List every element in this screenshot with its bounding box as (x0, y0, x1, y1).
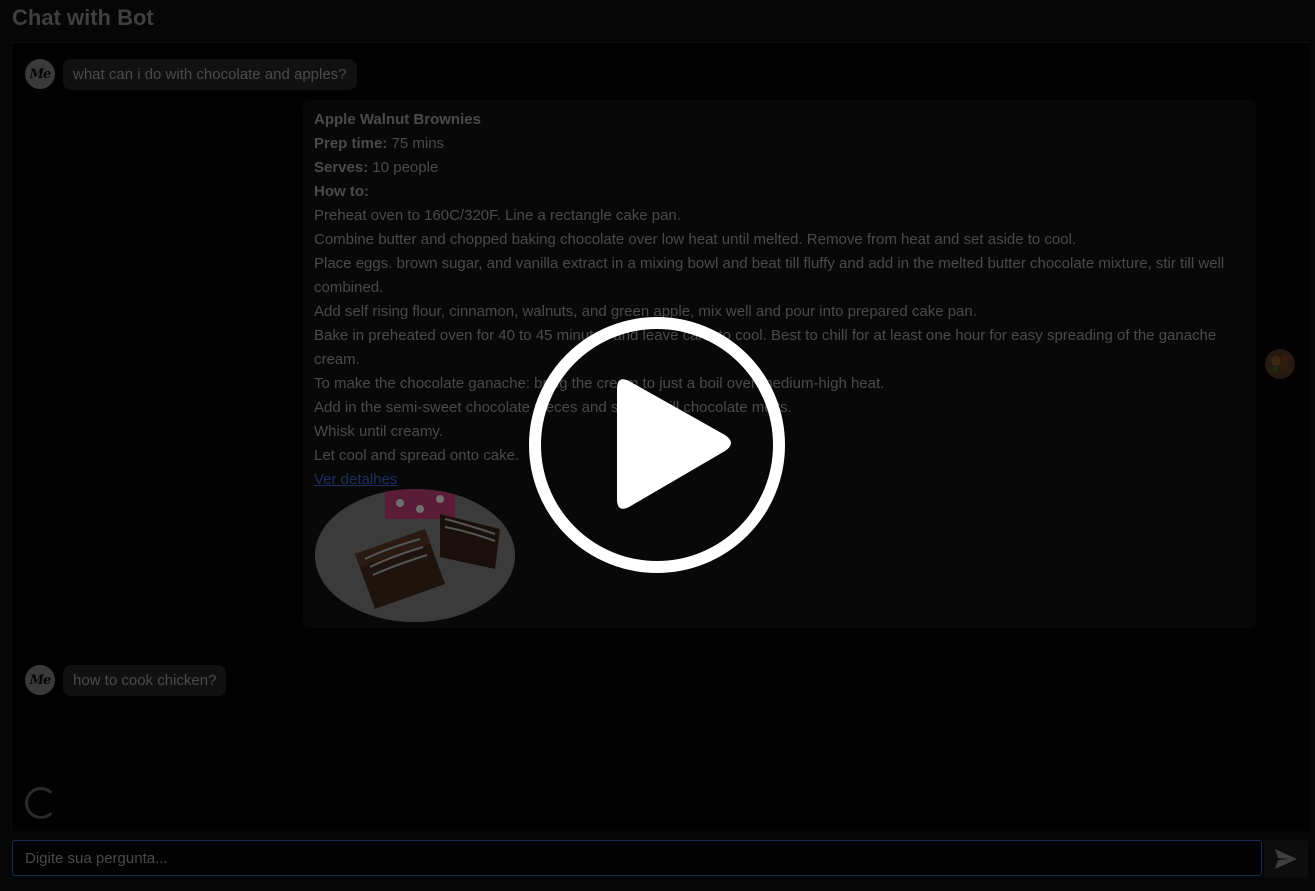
paper-plane-icon (1275, 849, 1297, 869)
me-logo-icon: Me (25, 59, 55, 89)
recipe-step: Place eggs. brown sugar, and vanilla ext… (314, 255, 1225, 296)
send-button[interactable] (1264, 840, 1308, 878)
brownie-illustration (315, 489, 515, 622)
prep-time-label: Prep time: (314, 135, 388, 152)
message-input-row (12, 840, 1308, 878)
question-input[interactable] (12, 840, 1262, 876)
recipe-prep-time: Prep time: 75 mins (314, 132, 1244, 156)
recipe-title: Apple Walnut Brownies (314, 111, 481, 128)
me-logo-icon: Me (25, 665, 55, 695)
serves-label: Serves: (314, 159, 369, 176)
spinner-icon (25, 787, 57, 819)
page-title: Chat with Bot (12, 5, 154, 30)
recipe-serves: Serves: 10 people (314, 156, 1244, 180)
user-message: what can i do with chocolate and apples? (63, 59, 357, 90)
user-message: how to cook chicken? (63, 665, 227, 696)
recipe-step: Preheat oven to 160C/320F. Line a rectan… (314, 207, 681, 224)
food-avatar-icon (1265, 349, 1295, 379)
serves-value: 10 people (372, 159, 439, 176)
recipe-step: Combine butter and chopped baking chocol… (314, 231, 1077, 248)
prep-time-value: 75 mins (391, 135, 445, 152)
chat-page: Chat with Bot Me what can i do with choc… (0, 0, 1315, 891)
play-button[interactable] (529, 317, 785, 573)
howto-label: How to: (314, 183, 369, 200)
recipe-image (315, 489, 515, 622)
play-icon (529, 317, 785, 573)
